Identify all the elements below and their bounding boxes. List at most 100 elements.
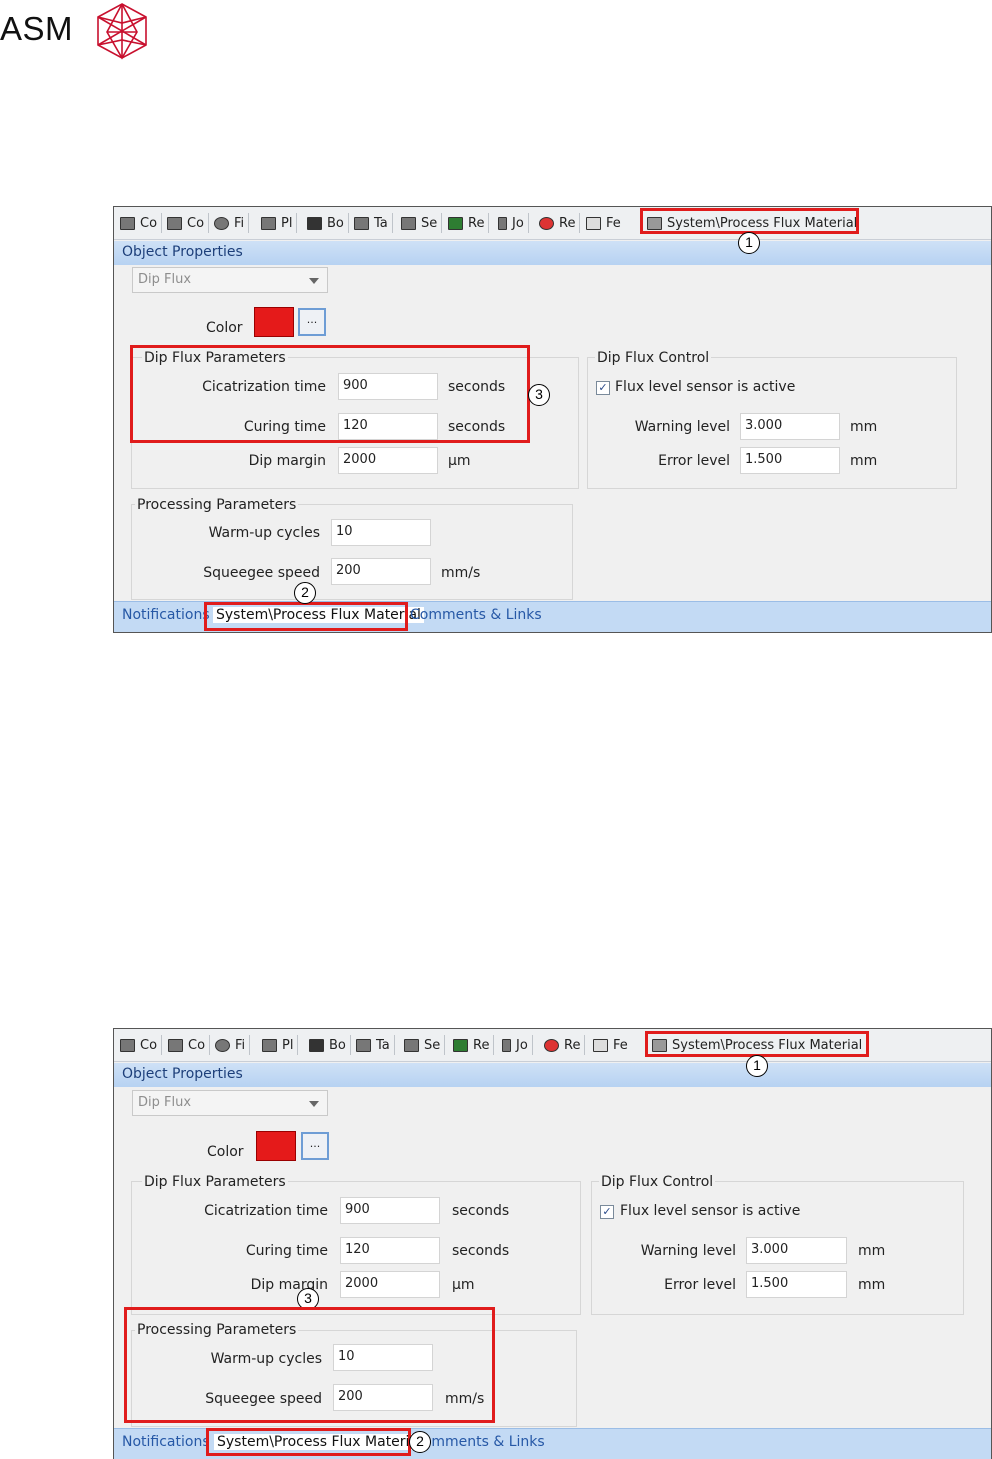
- error-level-input[interactable]: 1.500: [746, 1271, 847, 1298]
- setup-icon: [401, 216, 416, 230]
- tab-label: Co: [140, 215, 158, 231]
- warning-level-label: Warning level: [634, 419, 730, 435]
- board-icon: [307, 216, 322, 230]
- dropdown-value: Dip Flux: [138, 1095, 192, 1110]
- tab-label: Ta: [376, 1037, 390, 1053]
- callout-1: 1: [746, 1055, 768, 1077]
- tab-pl[interactable]: Pl: [262, 1035, 299, 1055]
- tab-co-1[interactable]: Co: [120, 213, 163, 233]
- object-properties-header: Object Properties: [114, 1063, 991, 1087]
- tab-label: Co: [187, 215, 205, 231]
- dip-margin-input[interactable]: 2000: [340, 1271, 440, 1298]
- highlight-box-3: [130, 345, 530, 443]
- tab-label: Re: [559, 215, 576, 231]
- chevron-down-icon: [309, 278, 319, 284]
- tab-label: Fe: [613, 1037, 628, 1053]
- tab-se[interactable]: Se: [404, 1035, 446, 1055]
- tab-re-2[interactable]: Re: [544, 1035, 586, 1055]
- material-type-dropdown[interactable]: Dip Flux: [132, 267, 328, 293]
- error-level-unit: mm: [850, 453, 878, 469]
- asm-logo: ASM: [0, 0, 160, 62]
- recipe-icon: [453, 1038, 468, 1052]
- cicatrization-time-input[interactable]: 900: [340, 1197, 440, 1224]
- color-swatch[interactable]: [254, 307, 294, 337]
- tab-re-2[interactable]: Re: [539, 213, 581, 233]
- object-properties-header: Object Properties: [114, 241, 991, 265]
- callout-2: 2: [409, 1431, 431, 1453]
- tab-co-2[interactable]: Co: [167, 213, 210, 233]
- squeegee-speed-input[interactable]: 200: [331, 558, 431, 585]
- feeder-icon: [586, 216, 601, 230]
- highlight-box-1: [640, 208, 859, 234]
- dip-margin-unit: µm: [452, 1277, 475, 1293]
- tab-ta[interactable]: Ta: [356, 1035, 395, 1055]
- tab-co-1[interactable]: Co: [120, 1035, 163, 1055]
- tab-notifications[interactable]: Notifications: [122, 607, 210, 623]
- warning-level-unit: mm: [850, 419, 878, 435]
- tab-re-1[interactable]: Re: [448, 213, 490, 233]
- board-icon: [309, 1038, 324, 1052]
- dip-margin-unit: µm: [448, 453, 471, 469]
- color-picker-button[interactable]: ...: [298, 308, 326, 336]
- color-picker-button[interactable]: ...: [301, 1132, 329, 1160]
- tab-bo[interactable]: Bo: [307, 213, 349, 233]
- tab-se[interactable]: Se: [401, 213, 443, 233]
- computer-icon: [168, 1038, 183, 1052]
- tab-bo[interactable]: Bo: [309, 1035, 351, 1055]
- monitor-icon: [120, 216, 135, 230]
- table-icon: [356, 1038, 371, 1052]
- tab-notifications[interactable]: Notifications: [122, 1434, 210, 1450]
- color-label: Color: [207, 1144, 244, 1160]
- flux-sensor-checkbox[interactable]: ✓: [600, 1205, 614, 1219]
- tab-re-1[interactable]: Re: [453, 1035, 495, 1055]
- color-swatch[interactable]: [256, 1131, 296, 1161]
- curing-time-input[interactable]: 120: [340, 1237, 440, 1264]
- placement-icon: [261, 216, 276, 230]
- tab-comments-links[interactable]: Comments & Links: [413, 1434, 545, 1450]
- asm-polyhedron-logo-icon: [97, 3, 147, 60]
- dip-flux-control-title: Dip Flux Control: [595, 350, 712, 366]
- warning-level-input[interactable]: 3.000: [746, 1237, 847, 1264]
- reject-icon: [539, 216, 554, 230]
- tab-fi[interactable]: Fi: [215, 1035, 251, 1055]
- callout-2: 2: [294, 582, 316, 604]
- tab-fe[interactable]: Fe: [593, 1035, 628, 1055]
- dip-margin-label: Dip margin: [248, 453, 326, 469]
- dip-flux-parameters-title: Dip Flux Parameters: [142, 1174, 288, 1190]
- tab-label: Re: [564, 1037, 581, 1053]
- tab-label: Pl: [282, 1037, 294, 1053]
- warning-level-input[interactable]: 3.000: [740, 413, 840, 440]
- highlight-box-1: [645, 1031, 869, 1057]
- dip-margin-input[interactable]: 2000: [338, 447, 438, 474]
- tab-ta[interactable]: Ta: [354, 213, 393, 233]
- tab-label: Se: [421, 215, 438, 231]
- tab-co-2[interactable]: Co: [168, 1035, 211, 1055]
- monitor-icon: [120, 1038, 135, 1052]
- warmup-label: Warm-up cycles: [208, 525, 320, 541]
- recipe-icon: [448, 216, 463, 230]
- cicatrization-label: Cicatrization time: [204, 1203, 328, 1219]
- flux-sensor-checkbox[interactable]: ✓: [596, 381, 610, 395]
- error-level-input[interactable]: 1.500: [740, 447, 840, 474]
- tab-label: Co: [140, 1037, 158, 1053]
- tab-label: Jo: [516, 1037, 528, 1053]
- tab-pl[interactable]: Pl: [261, 213, 298, 233]
- fiducial-icon: [214, 216, 229, 230]
- tab-label: Pl: [281, 215, 293, 231]
- warmup-cycles-input[interactable]: 10: [331, 519, 431, 546]
- header-title: Object Properties: [122, 1066, 243, 1082]
- highlight-box-3: [124, 1307, 495, 1423]
- squeegee-label: Squeegee speed: [203, 565, 320, 581]
- curing-unit: seconds: [452, 1243, 510, 1259]
- tab-jo[interactable]: Jo: [498, 213, 529, 233]
- tab-label: Fi: [234, 215, 245, 231]
- tab-fi[interactable]: Fi: [214, 213, 250, 233]
- highlight-box-2: [206, 1428, 411, 1456]
- tab-comments-links[interactable]: Comments & Links: [410, 607, 542, 623]
- error-level-unit: mm: [858, 1277, 886, 1293]
- material-type-dropdown[interactable]: Dip Flux: [132, 1090, 328, 1116]
- dropdown-value: Dip Flux: [138, 272, 192, 287]
- tab-jo[interactable]: Jo: [502, 1035, 533, 1055]
- tab-fe[interactable]: Fe: [586, 213, 621, 233]
- flux-sensor-label: Flux level sensor is active: [615, 379, 796, 395]
